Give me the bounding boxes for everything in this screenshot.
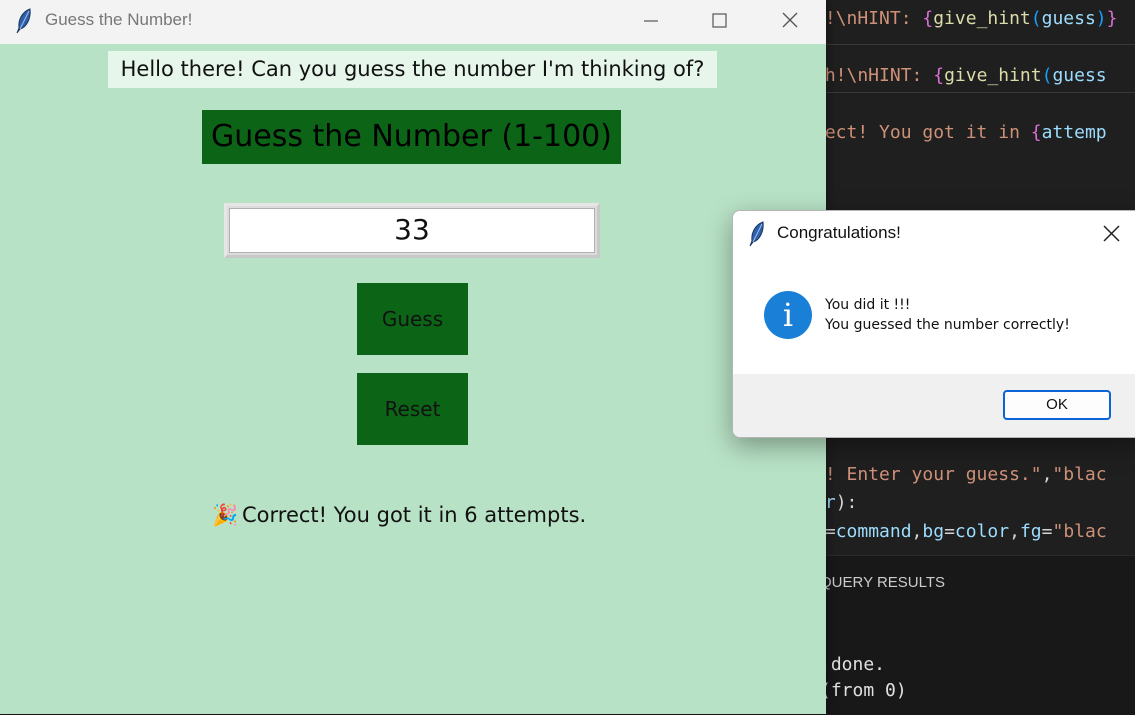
code-token: bg: [922, 521, 945, 542]
code-token: give_hint: [933, 8, 1031, 29]
window-titlebar[interactable]: Guess the Number!: [0, 0, 826, 44]
code-line: gh!\nHINT: {give_hint(guess: [814, 66, 1107, 86]
maximize-icon[interactable]: [704, 8, 734, 34]
code-token: ): [1095, 8, 1107, 29]
code-token: give_hint: [944, 65, 1042, 86]
code-token: {: [922, 8, 934, 29]
feather-icon: [14, 8, 34, 38]
dialog-message-line1: You did it !!!: [825, 297, 911, 313]
info-icon: i: [764, 291, 812, 339]
code-token: gh!\nHINT:: [814, 65, 934, 86]
code-token: ,: [1009, 521, 1020, 542]
code-token: rect! You got it in: [814, 122, 1031, 143]
code-token: =: [1041, 521, 1053, 542]
code-line: d! Enter your guess.","blac: [814, 465, 1107, 485]
dialog-footer: OK: [733, 374, 1135, 437]
code-token: "blac: [1052, 521, 1107, 542]
code-token: ,: [1041, 464, 1053, 485]
party-popper-icon: 🎉: [212, 503, 239, 527]
code-token: attemp: [1041, 122, 1107, 143]
status-text: Correct! You got it in 6 attempts.: [242, 503, 587, 527]
code-token: ):: [835, 492, 858, 513]
line-divider: [826, 44, 1135, 45]
terminal-line: (from 0): [820, 680, 907, 701]
code-token: }: [1106, 8, 1118, 29]
code-token: d! Enter your guess.": [814, 464, 1042, 485]
code-token: (: [1041, 65, 1053, 86]
status-message: 🎉 Correct! You got it in 6 attempts.: [212, 497, 632, 533]
reset-button[interactable]: Reset: [357, 373, 468, 445]
code-token: ,: [911, 521, 923, 542]
close-icon[interactable]: [1095, 221, 1127, 247]
guess-game-window: Guess the Number! Hello there! Can you g…: [0, 0, 826, 714]
guess-input-value[interactable]: 33: [229, 208, 595, 253]
code-token: color: [954, 521, 1010, 542]
code-token: =: [824, 521, 836, 542]
line-divider: [826, 92, 1135, 93]
close-icon[interactable]: [775, 8, 805, 34]
game-heading: Guess the Number (1-100): [202, 110, 621, 164]
dialog-titlebar[interactable]: Congratulations!: [733, 211, 1135, 256]
code-line: rect! You got it in {attemp: [814, 123, 1107, 143]
feather-icon: [747, 221, 767, 251]
code-token: (: [1030, 8, 1042, 29]
guess-input[interactable]: 33: [224, 203, 600, 258]
code-token: {: [1030, 122, 1042, 143]
code-line: d=command,bg=color,fg="blac: [814, 522, 1107, 542]
dialog-message-line2: You guessed the number correctly!: [825, 317, 1070, 333]
code-token: =: [944, 521, 955, 542]
code-line: w!\nHINT: {give_hint(guess)}: [814, 9, 1117, 29]
code-token: guess: [1041, 8, 1096, 29]
code-token: guess: [1052, 65, 1107, 86]
guess-button[interactable]: Guess: [357, 283, 468, 355]
minimize-icon[interactable]: [636, 8, 666, 34]
dialog-title: Congratulations!: [777, 223, 901, 242]
greeting-label: Hello there! Can you guess the number I'…: [108, 51, 717, 88]
code-token: "blac: [1052, 464, 1107, 485]
code-token: command: [835, 521, 912, 542]
ok-button[interactable]: OK: [1003, 390, 1111, 420]
congratulations-dialog: Congratulations! i You did it !!! You gu…: [732, 210, 1135, 438]
code-token: fg: [1019, 521, 1042, 542]
window-title: Guess the Number!: [45, 10, 193, 29]
code-token: w!\nHINT:: [814, 8, 923, 29]
code-token: {: [933, 65, 945, 86]
tab-query-results[interactable]: QUERY RESULTS: [820, 574, 945, 591]
terminal-line: done.: [820, 654, 886, 675]
